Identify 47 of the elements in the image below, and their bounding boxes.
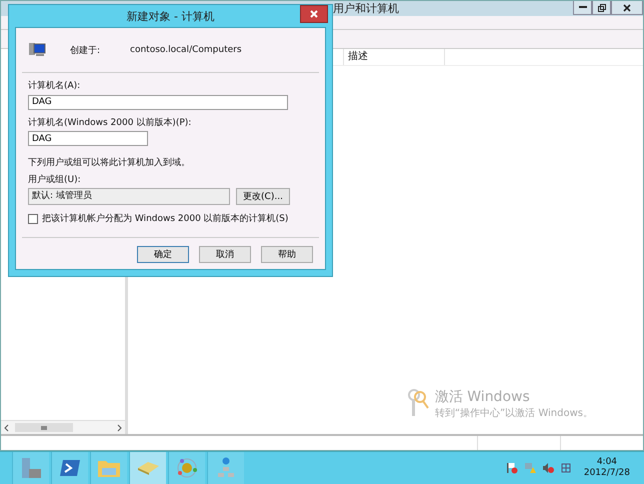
taskbar-button[interactable] xyxy=(51,452,88,484)
dialog-button[interactable]: 帮助 xyxy=(261,246,313,263)
activation-text: 转到“操作中心”以激活 Windows。 xyxy=(434,406,593,420)
close-button[interactable] xyxy=(300,5,328,23)
terminal-icon xyxy=(59,458,81,478)
created-in-label: 创建于: xyxy=(70,44,102,56)
computer-icon xyxy=(28,42,46,58)
horizontal-scrollbar[interactable] xyxy=(1,420,125,434)
checkbox[interactable] xyxy=(28,214,38,224)
note-text: 下列用户或组可以将此计算机加入到域。 xyxy=(28,156,191,169)
restore-button[interactable] xyxy=(592,1,611,15)
activation-title: 激活 Windows xyxy=(434,388,531,406)
dialog-button[interactable]: 取消 xyxy=(199,246,251,263)
close-icon xyxy=(623,4,631,12)
speaker-icon[interactable] xyxy=(542,462,554,474)
restore-icon xyxy=(598,4,606,12)
minimize-button[interactable] xyxy=(573,1,592,15)
field-label: 计算机名(A): xyxy=(28,80,82,92)
input-field[interactable]: DAG xyxy=(28,94,288,110)
flag-icon[interactable] xyxy=(506,462,518,474)
close-button[interactable] xyxy=(611,1,643,15)
close-icon xyxy=(310,10,318,18)
tray-icon[interactable] xyxy=(560,462,572,474)
window-title: 用户和计算机 xyxy=(333,1,399,16)
change-button[interactable]: 更改(C)... xyxy=(236,188,290,205)
checkbox-label: 把该计算机帐户分配为 Windows 2000 以前版本的计算机(S) xyxy=(42,212,288,225)
field-label: 计算机名(Windows 2000 以前版本)(P): xyxy=(28,116,192,128)
network-icon xyxy=(216,457,236,479)
minimize-icon xyxy=(578,6,586,9)
taskbar-button[interactable] xyxy=(168,452,205,484)
created-in-path: contoso.local/Computers xyxy=(130,45,242,55)
dialog-title: 新建对象 - 计算机 xyxy=(126,8,214,24)
input-field[interactable]: DAG xyxy=(28,131,148,146)
scroll-left-icon[interactable] xyxy=(3,424,11,432)
drawer-icon xyxy=(136,460,160,476)
input-field[interactable]: 默认: 域管理员 xyxy=(28,188,230,205)
server-icon xyxy=(20,457,42,479)
orbit-icon xyxy=(176,457,198,479)
key-icon xyxy=(406,388,429,418)
folder-icon xyxy=(97,458,121,478)
field-label: 用户或组(U): xyxy=(28,174,82,186)
scroll-right-icon[interactable] xyxy=(115,424,123,432)
scroll-thumb[interactable] xyxy=(15,423,73,432)
clock[interactable]: 4:04 2012/7/28 xyxy=(584,457,630,479)
taskbar-button[interactable] xyxy=(207,452,244,484)
column-header[interactable]: 描述 xyxy=(343,49,445,65)
dialog-button[interactable]: 确定 xyxy=(137,246,189,263)
